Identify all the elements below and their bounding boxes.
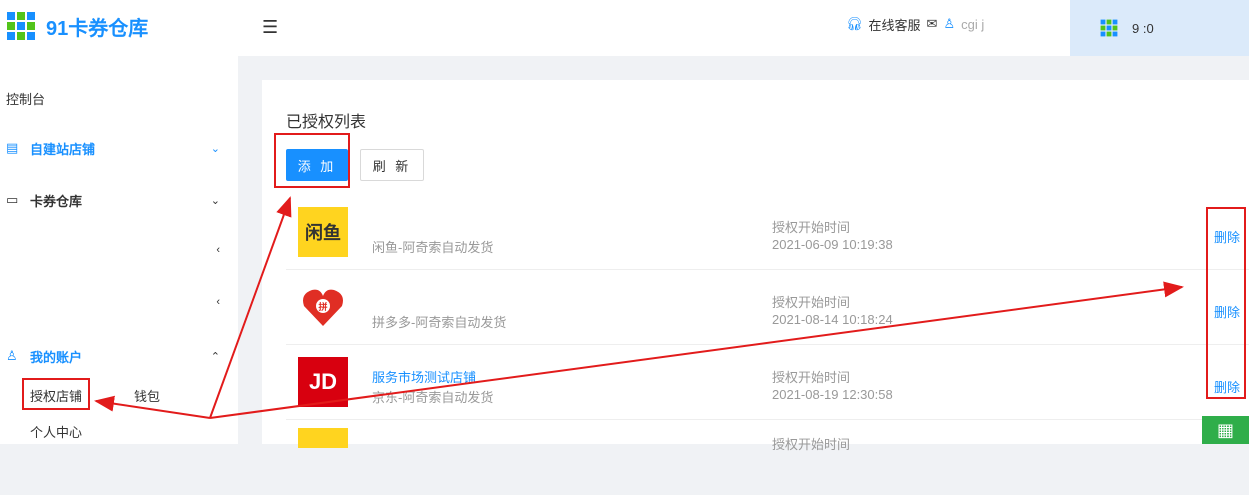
chevron-down-icon: ⌄ (210, 142, 220, 155)
user-icon: ♙ (6, 348, 18, 363)
sidebar-subitem-profile[interactable]: 个人中心 (30, 422, 82, 441)
chevron-up-icon: ⌃ (210, 350, 220, 363)
sidebar-item-self-store[interactable]: ▤ 自建站店铺 ⌄ (6, 138, 226, 158)
page-title: 已授权列表 (286, 114, 367, 131)
table-row: 授权开始时间 (286, 420, 1249, 495)
sidebar: 91卡券仓库 控制台 ▤ 自建站店铺 ⌄ ▭ 卡券仓库 ⌄ ‹ ‹ ♙ 我的账户… (0, 0, 238, 444)
sidebar-item-label: 控制台 (6, 91, 46, 107)
qrcode-icon[interactable]: ▦ (1202, 416, 1249, 444)
shop-desc: 拼多多-阿奇索自动发货 (372, 315, 507, 330)
sidebar-item-card-warehouse[interactable]: ▭ 卡券仓库 ⌄ (6, 190, 226, 210)
shop-desc: 闲鱼-阿奇索自动发货 (372, 240, 494, 255)
app-logo[interactable]: 91卡券仓库 (6, 11, 148, 41)
delete-link[interactable]: 删除 (1214, 302, 1240, 321)
pinduoduo-icon: 拼 (303, 289, 343, 326)
sidebar-item-label: 卡券仓库 (30, 193, 83, 209)
shop-logo (298, 428, 348, 448)
header-actions: 🎧︎ 在线客服 ✉ ♙ cgi j (846, 14, 990, 34)
online-service-link[interactable]: 在线客服 (869, 15, 921, 34)
user-icon[interactable]: ♙ (943, 16, 955, 32)
sidebar-item-label: 我的账户 (30, 349, 83, 365)
delete-link[interactable]: 删除 (1214, 377, 1240, 396)
table-row: JD 服务市场测试店铺 京东-阿奇索自动发货 授权开始时间 2021-08-19… (286, 345, 1249, 420)
time-label: 授权开始时间 (772, 370, 851, 385)
store-icon: ▤ (6, 140, 19, 155)
account-name: 9 :0 (1132, 20, 1154, 36)
table-row: 拼 拼多多-阿奇索自动发货 授权开始时间 2021-08-14 10:18:24… (286, 270, 1249, 345)
account-switcher[interactable]: 9 :0 (1070, 0, 1249, 56)
top-header: ☰ 🎧︎ 在线客服 ✉ ♙ cgi j 9 :0 (238, 0, 1249, 56)
card-icon: ▭ (6, 192, 19, 207)
mail-icon[interactable]: ✉ (927, 16, 938, 32)
grid-logo-icon (7, 12, 35, 40)
auth-start-time: 2021-06-09 10:19:38 (772, 237, 893, 252)
refresh-button[interactable]: 刷 新 (360, 149, 424, 181)
sidebar-item-hidden-1[interactable]: ‹ (6, 240, 226, 260)
time-label: 授权开始时间 (772, 220, 851, 235)
auth-start-time: 2021-08-14 10:18:24 (772, 312, 893, 327)
sidebar-item-hidden-2[interactable]: ‹ (6, 292, 226, 312)
delete-link[interactable]: 删除 (1214, 227, 1240, 246)
add-button[interactable]: 添 加 (286, 149, 348, 181)
shop-desc: 京东-阿奇索自动发货 (372, 390, 494, 405)
time-label: 授权开始时间 (772, 295, 851, 310)
grid-logo-icon (1100, 19, 1118, 37)
sidebar-item-dashboard[interactable]: 控制台 (6, 88, 226, 108)
sidebar-subitem-authorized-store[interactable]: 授权店铺 (30, 386, 82, 405)
sidebar-subitem-wallet[interactable]: 钱包 (134, 386, 160, 405)
menu-fold-icon[interactable]: ☰ (262, 17, 278, 38)
table-row: 闲鱼 闲鱼-阿奇索自动发货 授权开始时间 2021-06-09 10:19:38… (286, 195, 1249, 270)
jd-logo: JD (298, 357, 348, 407)
authorized-list-card: 已授权列表 添 加 刷 新 闲鱼 闲鱼-阿奇索自动发货 授权开始时间 2021-… (262, 80, 1249, 452)
headset-icon[interactable]: 🎧︎ (846, 16, 863, 32)
auth-start-time: 2021-08-19 12:30:58 (772, 387, 893, 402)
sidebar-item-label: 自建站店铺 (30, 141, 96, 157)
pinduoduo-logo-text: 拼 (318, 301, 327, 312)
sidebar-item-my-account[interactable]: ♙ 我的账户 ⌃ (6, 346, 226, 366)
chevron-down-icon: ⌄ (210, 194, 220, 207)
app-title: 91卡券仓库 (46, 17, 149, 40)
chevron-down-icon: ‹ (216, 244, 220, 256)
shop-name[interactable]: 服务市场测试店铺 (372, 367, 476, 386)
chevron-left-icon: ‹ (216, 296, 220, 308)
pinduoduo-logo: 拼 (298, 282, 348, 332)
xianyu-logo: 闲鱼 (298, 207, 348, 257)
username[interactable]: cgi j (961, 17, 984, 32)
